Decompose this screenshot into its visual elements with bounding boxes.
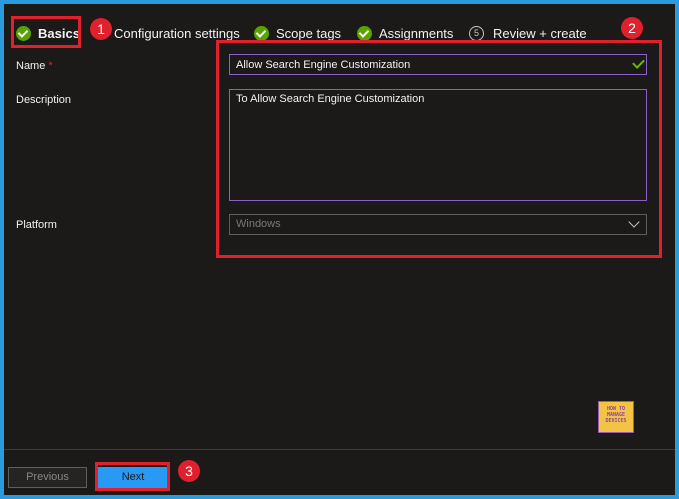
footer-divider bbox=[4, 449, 675, 450]
step-configuration-settings-label: Configuration settings bbox=[114, 25, 240, 41]
name-input-value: Allow Search Engine Customization bbox=[236, 59, 411, 71]
callout-badge-1: 1 bbox=[90, 18, 112, 40]
callout-badge-2: 2 bbox=[621, 17, 643, 39]
callout-badge-3: 3 bbox=[178, 460, 200, 482]
highlight-box-next bbox=[95, 462, 170, 491]
step-number-icon: 5 bbox=[469, 25, 484, 41]
check-circle-icon bbox=[357, 25, 372, 41]
step-scope-tags-label: Scope tags bbox=[276, 25, 342, 41]
previous-button[interactable]: Previous bbox=[8, 467, 87, 488]
step-assignments-label: Assignments bbox=[379, 25, 454, 41]
step-review-create-label: Review + create bbox=[493, 25, 587, 41]
checkmark-icon bbox=[632, 56, 645, 69]
name-input[interactable]: Allow Search Engine Customization bbox=[229, 54, 647, 75]
required-asterisk: * bbox=[48, 60, 53, 72]
platform-select-value: Windows bbox=[236, 218, 281, 230]
wizard-panel: Basics 1 Configuration settings Scope ta… bbox=[4, 4, 675, 495]
check-circle-icon bbox=[254, 25, 269, 41]
description-textarea-value: To Allow Search Engine Customization bbox=[236, 93, 425, 105]
logo-line-3: DEVICES bbox=[605, 418, 627, 424]
description-textarea[interactable]: To Allow Search Engine Customization bbox=[229, 89, 647, 201]
description-label: Description bbox=[16, 94, 72, 106]
platform-label: Platform bbox=[16, 219, 57, 231]
chevron-down-icon bbox=[628, 216, 640, 228]
name-label: Name * bbox=[16, 60, 53, 72]
platform-select: Windows bbox=[229, 214, 647, 235]
how-to-manage-devices-logo: HOW TO MANAGE DEVICES bbox=[598, 401, 634, 433]
highlight-box-basics bbox=[11, 16, 81, 48]
